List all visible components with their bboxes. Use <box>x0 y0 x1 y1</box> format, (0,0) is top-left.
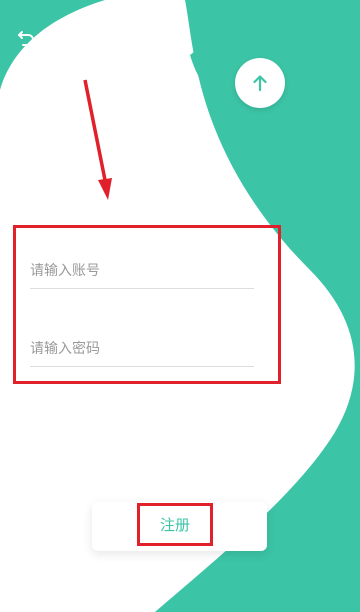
back-arrow-icon <box>18 31 35 46</box>
register-button[interactable]: 注册 <box>137 503 213 546</box>
register-screen: 注册 注册 <box>0 0 360 612</box>
arrow-up-icon <box>253 75 267 92</box>
top-register-label[interactable]: 注册 <box>226 26 296 46</box>
account-input[interactable] <box>30 254 254 289</box>
back-button[interactable] <box>12 24 40 52</box>
password-input[interactable] <box>30 332 254 367</box>
up-button[interactable] <box>235 58 285 108</box>
